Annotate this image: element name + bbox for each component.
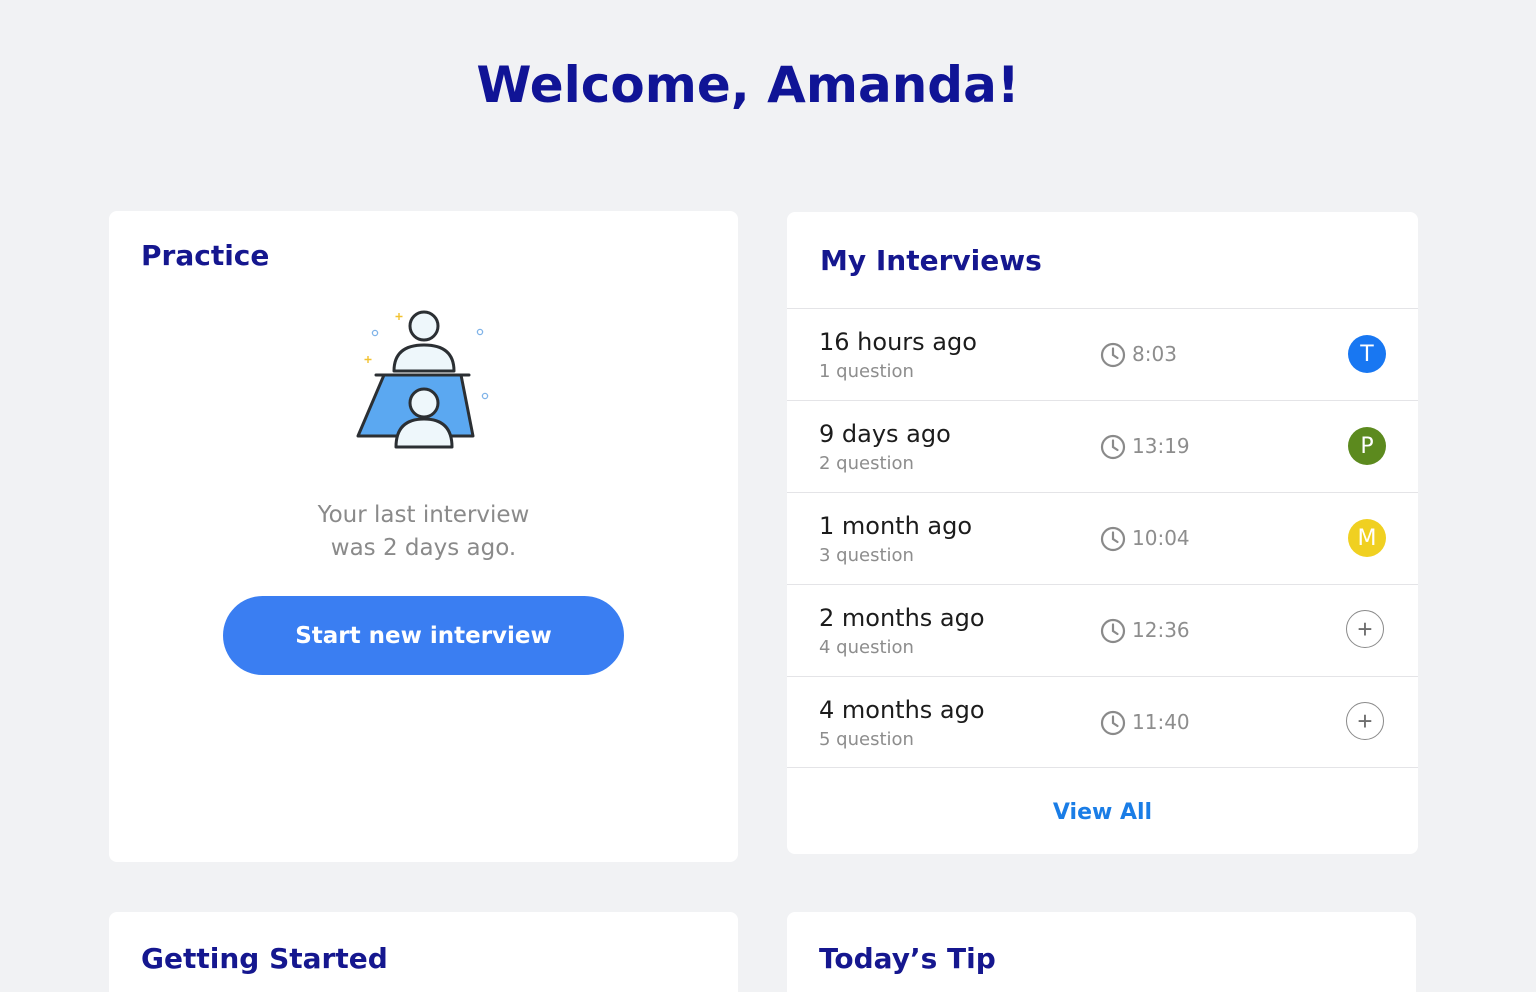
interview-row[interactable]: 9 days ago 2 question 13:19 P bbox=[787, 400, 1418, 492]
last-interview-line: was 2 days ago. bbox=[330, 535, 517, 561]
practice-title: Practice bbox=[141, 239, 270, 272]
clock-icon bbox=[1100, 342, 1126, 368]
interview-duration: 8:03 bbox=[1132, 342, 1177, 366]
getting-started-title: Getting Started bbox=[141, 942, 388, 975]
avatar[interactable]: T bbox=[1348, 335, 1386, 373]
interview-time-ago: 4 months ago bbox=[819, 696, 985, 724]
avatar[interactable]: M bbox=[1348, 519, 1386, 557]
interview-question-count: 4 question bbox=[819, 637, 914, 658]
getting-started-card: Getting Started bbox=[109, 912, 738, 992]
interview-duration: 13:19 bbox=[1132, 434, 1190, 458]
clock-icon bbox=[1100, 434, 1126, 460]
interview-duration: 10:04 bbox=[1132, 526, 1190, 550]
interview-question-count: 5 question bbox=[819, 729, 914, 750]
start-new-interview-button[interactable]: Start new interview bbox=[223, 596, 624, 675]
interview-time-ago: 16 hours ago bbox=[819, 328, 977, 356]
interview-list: 16 hours ago 1 question 8:03 T 9 days ag… bbox=[787, 308, 1418, 768]
welcome-heading: Welcome, Amanda! bbox=[476, 56, 1020, 114]
avatar[interactable]: P bbox=[1348, 427, 1386, 465]
add-interviewer-button[interactable]: + bbox=[1346, 610, 1384, 648]
interview-row[interactable]: 16 hours ago 1 question 8:03 T bbox=[787, 308, 1418, 400]
clock-icon bbox=[1100, 526, 1126, 552]
my-interviews-title: My Interviews bbox=[820, 244, 1042, 277]
last-interview-text: Your last interview was 2 days ago. bbox=[109, 499, 738, 565]
interview-duration: 11:40 bbox=[1132, 710, 1190, 734]
dashboard-page: Welcome, Amanda! Practice Your last inte… bbox=[0, 0, 1536, 992]
view-all-link[interactable]: View All bbox=[787, 800, 1418, 825]
interview-duration: 12:36 bbox=[1132, 618, 1190, 642]
add-interviewer-button[interactable]: + bbox=[1346, 702, 1384, 740]
my-interviews-card: My Interviews 16 hours ago 1 question 8:… bbox=[787, 212, 1418, 854]
interview-people-icon bbox=[356, 310, 489, 449]
interview-row[interactable]: 4 months ago 5 question 11:40 + bbox=[787, 676, 1418, 768]
interview-question-count: 1 question bbox=[819, 361, 914, 382]
clock-icon bbox=[1100, 618, 1126, 644]
todays-tip-card: Today’s Tip bbox=[787, 912, 1416, 992]
last-interview-line: Your last interview bbox=[317, 502, 530, 528]
interview-time-ago: 9 days ago bbox=[819, 420, 951, 448]
practice-card: Practice Your last interview was 2 days … bbox=[109, 211, 738, 862]
todays-tip-title: Today’s Tip bbox=[819, 942, 996, 975]
interview-row[interactable]: 1 month ago 3 question 10:04 M bbox=[787, 492, 1418, 584]
interview-time-ago: 2 months ago bbox=[819, 604, 985, 632]
clock-icon bbox=[1100, 710, 1126, 736]
interview-row[interactable]: 2 months ago 4 question 12:36 + bbox=[787, 584, 1418, 676]
interview-question-count: 2 question bbox=[819, 453, 914, 474]
interview-question-count: 3 question bbox=[819, 545, 914, 566]
interview-time-ago: 1 month ago bbox=[819, 512, 973, 540]
